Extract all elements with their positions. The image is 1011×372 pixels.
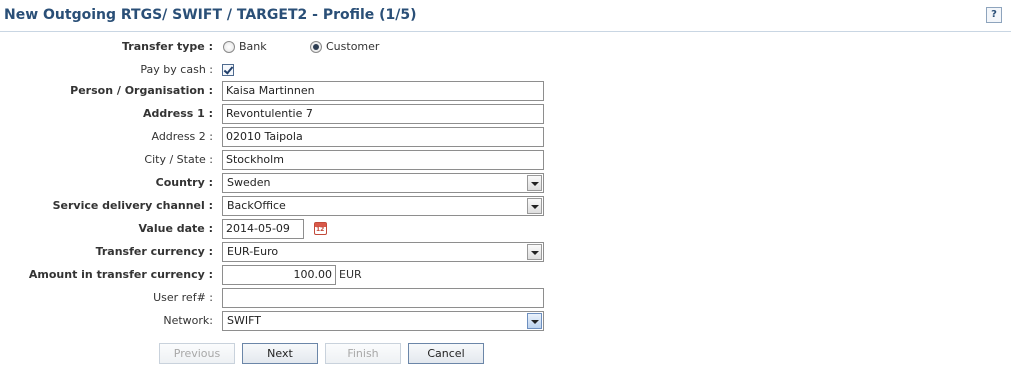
person-row: Person / Organisation : Kaisa Martinnen xyxy=(0,81,1011,101)
radio-bank[interactable] xyxy=(223,41,235,53)
channel-label: Service delivery channel : xyxy=(52,199,213,212)
channel-value: BackOffice xyxy=(227,199,286,212)
page-header: New Outgoing RTGS/ SWIFT / TARGET2 - Pro… xyxy=(0,0,1011,32)
next-button[interactable]: Next xyxy=(242,343,318,364)
value-date-input[interactable]: 2014-05-09 xyxy=(222,219,304,239)
network-select[interactable]: SWIFT xyxy=(222,311,544,331)
address1-row: Address 1 : Revontulentie 7 xyxy=(0,104,1011,124)
previous-button[interactable]: Previous xyxy=(159,343,235,364)
user-ref-label: User ref# : xyxy=(153,291,213,304)
country-label: Country : xyxy=(155,176,213,189)
chevron-down-icon[interactable] xyxy=(527,198,542,214)
currency-label: Transfer currency : xyxy=(95,245,213,258)
person-label: Person / Organisation : xyxy=(70,84,213,97)
country-row: Country : Sweden xyxy=(0,173,1011,193)
amount-input[interactable]: 100.00 xyxy=(222,265,336,285)
pay-by-cash-row: Pay by cash : xyxy=(0,60,1011,80)
network-value: SWIFT xyxy=(227,314,261,327)
user-ref-input[interactable] xyxy=(222,288,544,308)
person-input[interactable]: Kaisa Martinnen xyxy=(222,81,544,101)
chevron-down-icon[interactable] xyxy=(527,313,542,329)
address2-input[interactable]: 02010 Taipola xyxy=(222,127,544,147)
currency-select[interactable]: EUR-Euro xyxy=(222,242,544,262)
channel-row: Service delivery channel : BackOffice xyxy=(0,196,1011,216)
finish-button[interactable]: Finish xyxy=(325,343,401,364)
address2-label: Address 2 : xyxy=(151,130,213,143)
calendar-icon[interactable]: 12 xyxy=(314,222,327,235)
network-label: Network: xyxy=(163,314,213,327)
amount-row: Amount in transfer currency : 100.00 EUR xyxy=(0,265,1011,285)
amount-label: Amount in transfer currency : xyxy=(28,268,213,281)
page-title: New Outgoing RTGS/ SWIFT / TARGET2 - Pro… xyxy=(4,7,417,23)
value-date-row: Value date : 2014-05-09 12 xyxy=(0,219,1011,239)
transfer-type-label: Transfer type : xyxy=(121,40,213,53)
pay-by-cash-checkbox[interactable] xyxy=(222,64,234,76)
help-icon[interactable]: ? xyxy=(986,7,1002,23)
network-row: Network: SWIFT xyxy=(0,311,1011,331)
user-ref-row: User ref# : xyxy=(0,288,1011,308)
address2-row: Address 2 : 02010 Taipola xyxy=(0,127,1011,147)
chevron-down-icon[interactable] xyxy=(527,244,542,260)
city-label: City / State : xyxy=(144,153,213,166)
channel-select[interactable]: BackOffice xyxy=(222,196,544,216)
radio-customer-label[interactable]: Customer xyxy=(326,37,379,57)
value-date-label: Value date : xyxy=(138,222,213,235)
address1-label: Address 1 : xyxy=(143,107,213,120)
radio-bank-label[interactable]: Bank xyxy=(239,37,267,57)
chevron-down-icon[interactable] xyxy=(527,175,542,191)
address1-input[interactable]: Revontulentie 7 xyxy=(222,104,544,124)
currency-row: Transfer currency : EUR-Euro xyxy=(0,242,1011,262)
currency-value: EUR-Euro xyxy=(227,245,279,258)
country-value: Sweden xyxy=(227,176,271,189)
amount-currency-unit: EUR xyxy=(339,268,362,281)
country-select[interactable]: Sweden xyxy=(222,173,544,193)
city-row: City / State : Stockholm xyxy=(0,150,1011,170)
radio-customer[interactable] xyxy=(310,41,322,53)
city-input[interactable]: Stockholm xyxy=(222,150,544,170)
transfer-type-row: Transfer type : Bank Customer xyxy=(0,37,1011,57)
cancel-button[interactable]: Cancel xyxy=(408,343,484,364)
pay-by-cash-label: Pay by cash : xyxy=(140,63,213,76)
